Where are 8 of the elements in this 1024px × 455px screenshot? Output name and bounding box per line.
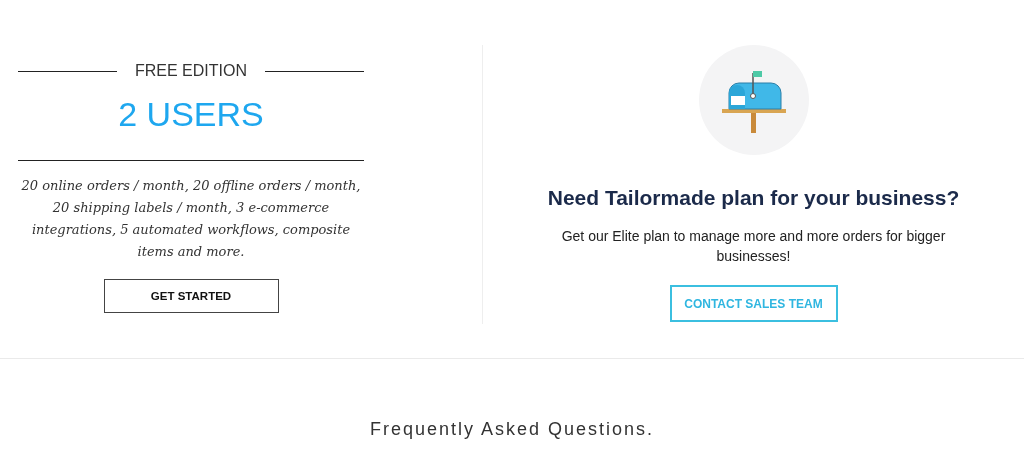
get-started-button[interactable]: GET STARTED [103, 279, 279, 313]
faq-title: Frequently Asked Questions. [368, 419, 656, 440]
mailbox-icon [698, 45, 809, 155]
plan-description: 20 online orders / month, 20 offline orders / month, 20 shipping labels / month, 3 e-commerce integrations, 5 automated workflows, composite items and more. [20, 177, 362, 261]
elite-description: Get our Elite plan to manage more and more orders for bigger businesses! [560, 227, 947, 266]
edition-label: FREE EDITION [134, 62, 248, 80]
elite-heading: Need Tailormade plan for your business? [547, 186, 960, 210]
users-count: 2 USERS [118, 95, 264, 134]
